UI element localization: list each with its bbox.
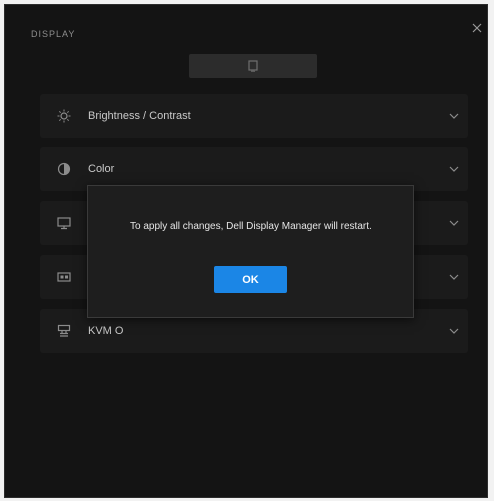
- kvm-icon: [56, 323, 72, 339]
- color-icon: [56, 161, 72, 177]
- monitor-selector-tab[interactable]: [189, 54, 317, 78]
- section-label: Brightness / Contrast: [88, 110, 191, 122]
- ok-button[interactable]: OK: [214, 266, 287, 293]
- restart-confirm-dialog: To apply all changes, Dell Display Manag…: [87, 185, 414, 318]
- section-brightness-contrast[interactable]: Brightness / Contrast: [40, 94, 468, 138]
- app-title: DISPLAY: [31, 29, 76, 39]
- chevron-down-icon: [446, 323, 462, 339]
- sun-icon: [56, 108, 72, 124]
- close-button[interactable]: [468, 19, 486, 37]
- section-label: KVM O: [88, 325, 124, 337]
- section-label: Color: [88, 163, 115, 175]
- chevron-down-icon: [446, 108, 462, 124]
- chevron-down-icon: [446, 215, 462, 231]
- monitor-icon: [248, 60, 258, 72]
- display-input-icon: [56, 269, 72, 285]
- chevron-down-icon: [446, 269, 462, 285]
- monitor-icon: [56, 215, 72, 231]
- dialog-message: To apply all changes, Dell Display Manag…: [130, 221, 372, 232]
- close-icon: [472, 23, 482, 33]
- chevron-down-icon: [446, 161, 462, 177]
